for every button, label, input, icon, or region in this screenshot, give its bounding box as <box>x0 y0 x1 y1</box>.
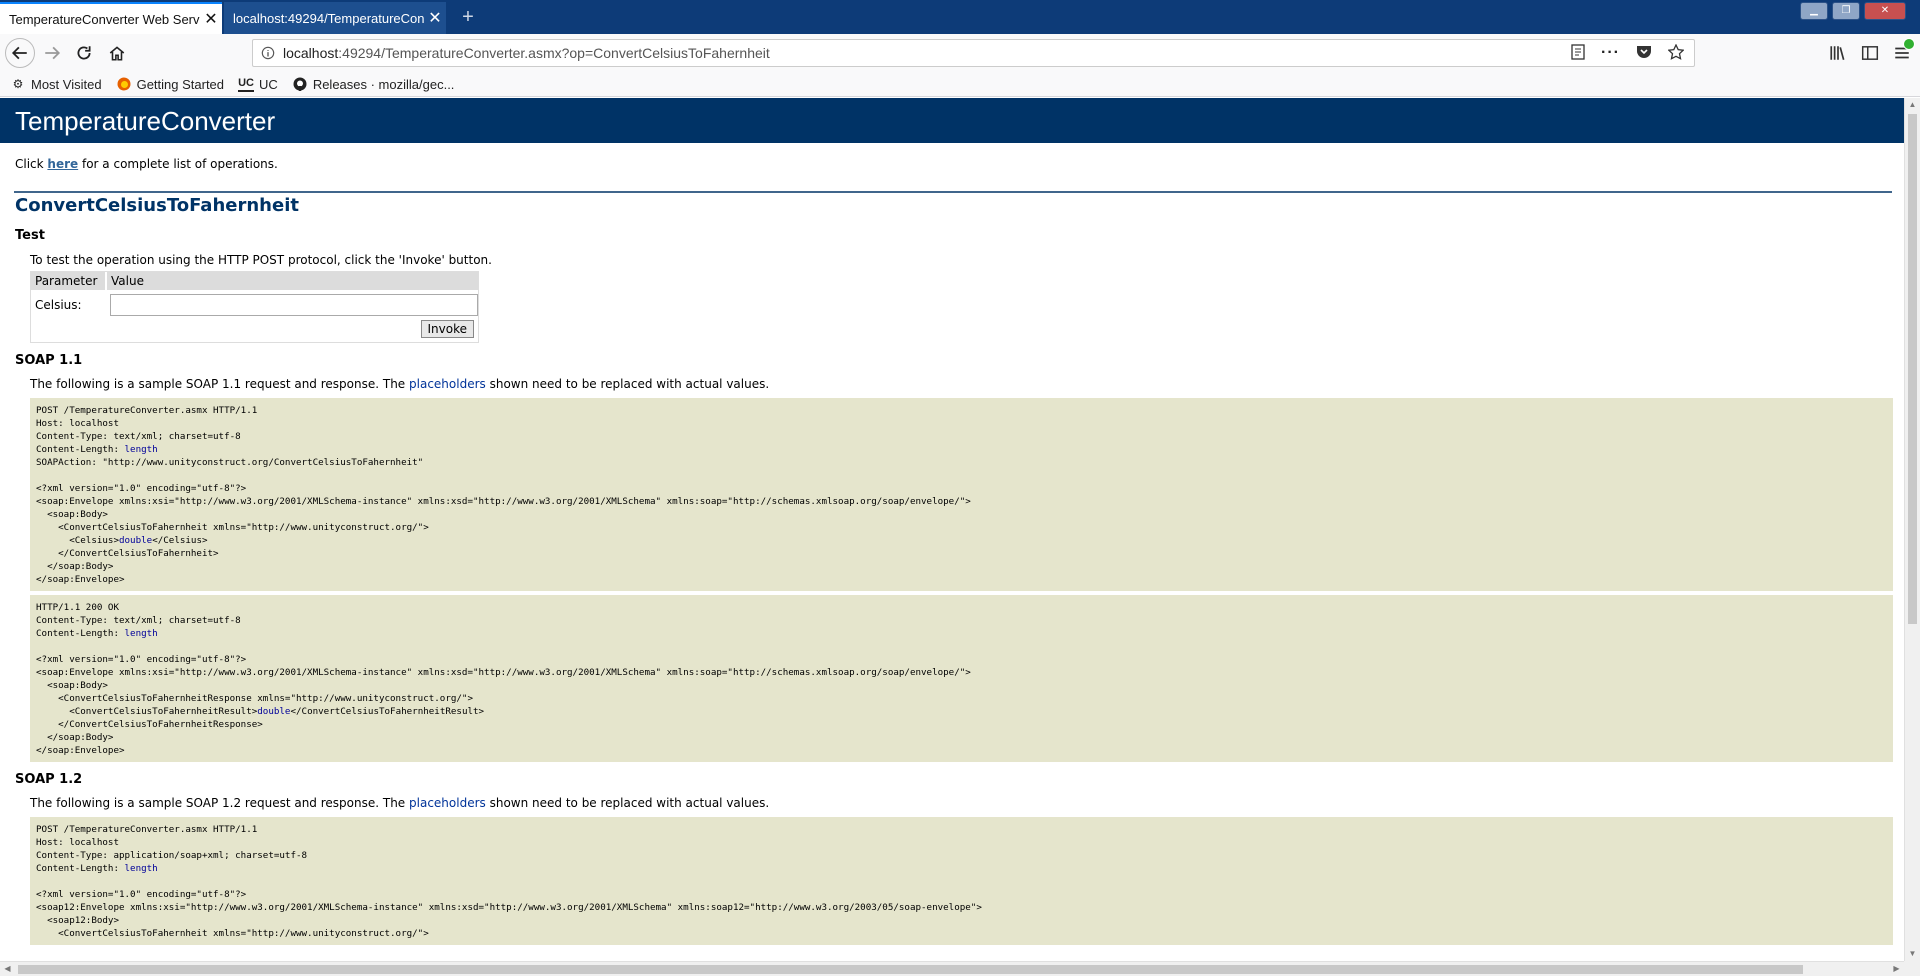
bookmark-label: Getting Started <box>136 76 225 92</box>
placeholder-value: length <box>124 628 158 639</box>
minimize-icon[interactable]: ▁ <box>1800 2 1828 20</box>
site-info-icon[interactable] <box>253 46 283 60</box>
scroll-down-icon[interactable]: ▼ <box>1905 947 1920 961</box>
placeholder-value: length <box>124 863 158 874</box>
placeholders-text: placeholders <box>409 377 486 391</box>
placeholder-value: double <box>257 706 291 717</box>
divider <box>14 191 1892 193</box>
tab-localhost[interactable]: localhost:49294/TemperatureConve ✕ <box>224 2 446 34</box>
page-actions-icon[interactable]: ··· <box>1601 44 1620 62</box>
horizontal-scroll-thumb[interactable] <box>18 965 1803 974</box>
page-header: TemperatureConverter <box>0 98 1904 143</box>
gear-icon: ⚙ <box>12 77 24 91</box>
sidebar-icon[interactable] <box>1856 39 1884 67</box>
bookmark-star-icon[interactable] <box>1667 42 1685 63</box>
tab-label: TemperatureConverter Web Service <box>9 11 200 27</box>
operations-list-link[interactable]: here <box>47 157 78 171</box>
menu-icon[interactable] <box>1888 38 1916 67</box>
vertical-scroll-thumb[interactable] <box>1908 114 1917 624</box>
plus-icon[interactable]: + <box>455 4 481 30</box>
horizontal-scrollbar[interactable]: ◀ ▶ <box>0 961 1904 976</box>
soap11-request-sample: POST /TemperatureConverter.asmx HTTP/1.1… <box>30 398 1893 591</box>
soap11-description: The following is a sample SOAP 1.1 reque… <box>30 377 1904 391</box>
window-controls: ▁ ❐ ✕ <box>1800 2 1906 20</box>
close-tab-icon[interactable]: ✕ <box>424 8 446 28</box>
bookmark-most-visited[interactable]: ⚙ Most Visited <box>10 76 102 92</box>
forward-icon[interactable] <box>38 39 66 67</box>
url-text[interactable]: localhost:49294/TemperatureConverter.asm… <box>283 45 1571 61</box>
invoke-button[interactable]: Invoke <box>420 320 474 338</box>
close-tab-icon[interactable]: ✕ <box>200 9 222 29</box>
tab-label: localhost:49294/TemperatureConve <box>233 10 424 26</box>
reload-icon[interactable] <box>70 39 98 67</box>
celsius-row: Celsius: <box>31 290 478 320</box>
address-bar[interactable]: localhost:49294/TemperatureConverter.asm… <box>252 39 1695 67</box>
url-path: :49294/TemperatureConverter.asmx?op=Conv… <box>338 45 770 61</box>
tab-temperatureconverter[interactable]: TemperatureConverter Web Service ✕ <box>0 2 222 34</box>
bookmark-releases[interactable]: Releases · mozilla/gec... <box>292 76 455 92</box>
desc-after: shown need to be replaced with actual va… <box>485 377 770 391</box>
operation-title: ConvertCelsiusToFahernheit <box>15 195 299 216</box>
bookmark-label: Most Visited <box>31 76 102 92</box>
bookmark-uc[interactable]: UC UC <box>238 77 278 92</box>
intro-text: Click here for a complete list of operat… <box>15 157 1904 171</box>
github-icon <box>292 76 308 92</box>
library-icon[interactable] <box>1824 39 1852 67</box>
url-host: localhost <box>283 45 339 61</box>
bookmark-label: UC <box>259 76 278 92</box>
parameter-column-header: Parameter <box>31 272 107 290</box>
soap12-description: The following is a sample SOAP 1.2 reque… <box>30 796 1904 810</box>
bookmarks-toolbar: ⚙ Most Visited Getting Started UC UC Rel… <box>0 72 1920 97</box>
soap12-heading: SOAP 1.2 <box>15 772 83 787</box>
placeholder-value: length <box>124 444 158 455</box>
scroll-right-icon[interactable]: ▶ <box>1889 962 1904 976</box>
test-heading: Test <box>15 228 45 243</box>
reader-view-icon[interactable] <box>1571 43 1585 63</box>
desc-before: The following is a sample SOAP 1.2 reque… <box>30 796 410 810</box>
placeholder-value: double <box>118 535 153 546</box>
invoke-form: Parameter Value Celsius: Invoke <box>30 271 479 343</box>
vertical-scrollbar[interactable]: ▲ ▼ <box>1904 98 1920 961</box>
uc-logo-icon: UC <box>238 77 255 92</box>
restore-icon[interactable]: ❐ <box>1832 2 1860 20</box>
value-column-header: Value <box>111 274 144 288</box>
desc-before: The following is a sample SOAP 1.1 reque… <box>30 377 410 391</box>
placeholders-text: placeholders <box>409 796 486 810</box>
navigation-toolbar: localhost:49294/TemperatureConverter.asm… <box>0 34 1920 72</box>
bookmark-label: Releases · mozilla/gec... <box>312 76 455 92</box>
desc-after: shown need to be replaced with actual va… <box>485 796 770 810</box>
firefox-icon <box>116 76 132 92</box>
scrollbar-corner <box>1904 961 1920 976</box>
window-close-icon[interactable]: ✕ <box>1864 2 1906 20</box>
soap11-response-sample: HTTP/1.1 200 OK Content-Type: text/xml; … <box>30 595 1893 762</box>
intro-after: for a complete list of operations. <box>78 157 278 171</box>
back-icon[interactable] <box>5 38 35 68</box>
tab-bar: TemperatureConverter Web Service ✕ local… <box>0 0 1920 34</box>
test-description: To test the operation using the HTTP POS… <box>30 253 492 267</box>
pocket-icon[interactable] <box>1636 44 1652 62</box>
intro-before: Click <box>15 157 48 171</box>
celsius-input[interactable] <box>110 294 478 316</box>
soap12-request-sample: POST /TemperatureConverter.asmx HTTP/1.1… <box>30 817 1893 945</box>
scroll-left-icon[interactable]: ◀ <box>0 962 15 976</box>
bookmark-getting-started[interactable]: Getting Started <box>116 76 224 92</box>
celsius-label: Celsius: <box>35 298 82 312</box>
update-badge-icon <box>1903 38 1915 50</box>
page-viewport: TemperatureConverter Click here for a co… <box>0 98 1904 961</box>
home-icon[interactable] <box>103 39 131 67</box>
scroll-up-icon[interactable]: ▲ <box>1905 98 1920 112</box>
soap11-heading: SOAP 1.1 <box>15 353 83 368</box>
form-header: Parameter Value <box>31 272 478 290</box>
